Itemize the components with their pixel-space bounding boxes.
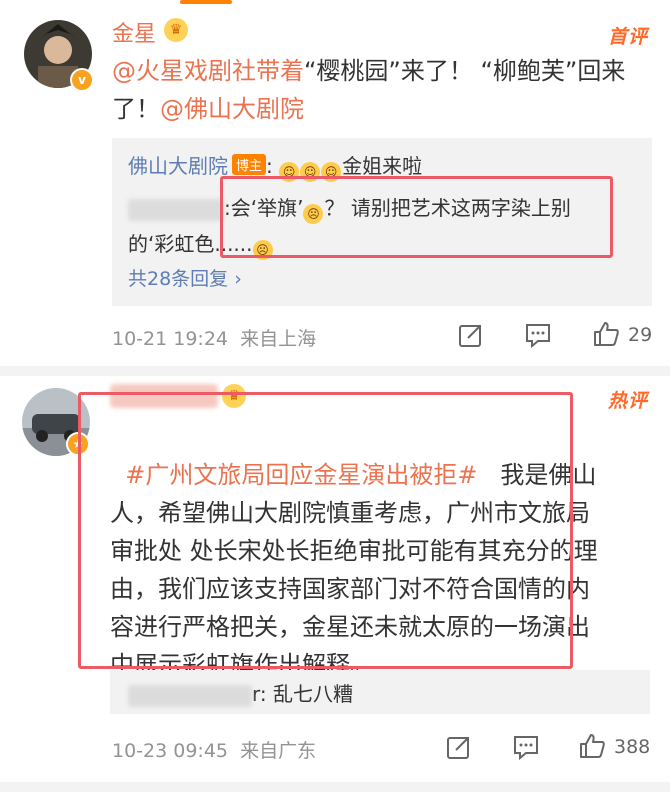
reply-line: r: 乱七八糟 (128, 678, 353, 707)
comment-icon[interactable] (512, 734, 540, 760)
mention-link[interactable]: @火星戏剧社带着 (112, 57, 304, 85)
active-tab-indicator (180, 0, 232, 4)
blogger-badge: 博主 (232, 154, 267, 175)
emoji-icon: ☹ (303, 204, 324, 224)
comment-text: #广州文旅局回应金星演出被拒# 我是佛山 人，希望佛山大剧院慎重考虑，广州市文旅局… (110, 461, 598, 679)
share-icon[interactable] (446, 734, 472, 760)
like-count: 388 (614, 736, 651, 758)
like-icon[interactable] (592, 320, 620, 348)
comment-separator (0, 366, 670, 376)
hot-comment-tag: 热评 (608, 390, 649, 412)
like-count: 29 (628, 324, 653, 346)
comment-separator (0, 782, 670, 792)
top-tab-indicator-bar (0, 0, 670, 8)
verified-icon: ★ (66, 432, 90, 456)
verified-icon: v (70, 68, 94, 92)
reply-line: 的‘彩虹色...... ☹ (128, 228, 274, 260)
reply-user[interactable]: 佛山大剧院 (128, 154, 228, 178)
blurred-username (128, 198, 224, 221)
crown-icon: ♛ (222, 384, 246, 408)
reply-line: 佛山大剧院 博主: ☺ ☺ ☺ 金姐来啦 (128, 150, 422, 182)
comment-username[interactable]: 金星 (112, 16, 156, 48)
reply-line: :会‘举旗’ ☹？ 请别把艺术这两字染上别 (128, 192, 571, 224)
blurred-username (128, 684, 252, 707)
share-icon[interactable] (458, 322, 484, 348)
like-icon[interactable] (578, 732, 606, 760)
emoji-icon: ☺ (279, 162, 300, 182)
emoji-icon: ☺ (300, 162, 321, 182)
more-replies-link[interactable]: 共28条回复 › (128, 264, 242, 291)
emoji-icon: ☹ (252, 240, 273, 260)
comment-date: 10-23 09:45 来自广东 (112, 740, 317, 762)
emoji-icon: ☺ (321, 162, 342, 182)
comment-text: @火星戏剧社带着“樱桃园”来了！ “柳鲍芙”回来 了！@佛山大剧院 (112, 57, 626, 123)
first-comment-tag: 首评 (608, 26, 649, 48)
crown-icon: ♛ (164, 18, 188, 42)
blurred-username[interactable] (110, 384, 218, 408)
mention-link[interactable]: @佛山大剧院 (160, 95, 304, 123)
comment-date: 10-21 19:24 来自上海 (112, 328, 317, 350)
topic-hashtag-link[interactable]: #广州文旅局回应金星演出被拒# (125, 461, 477, 489)
comment-icon[interactable] (524, 322, 552, 348)
